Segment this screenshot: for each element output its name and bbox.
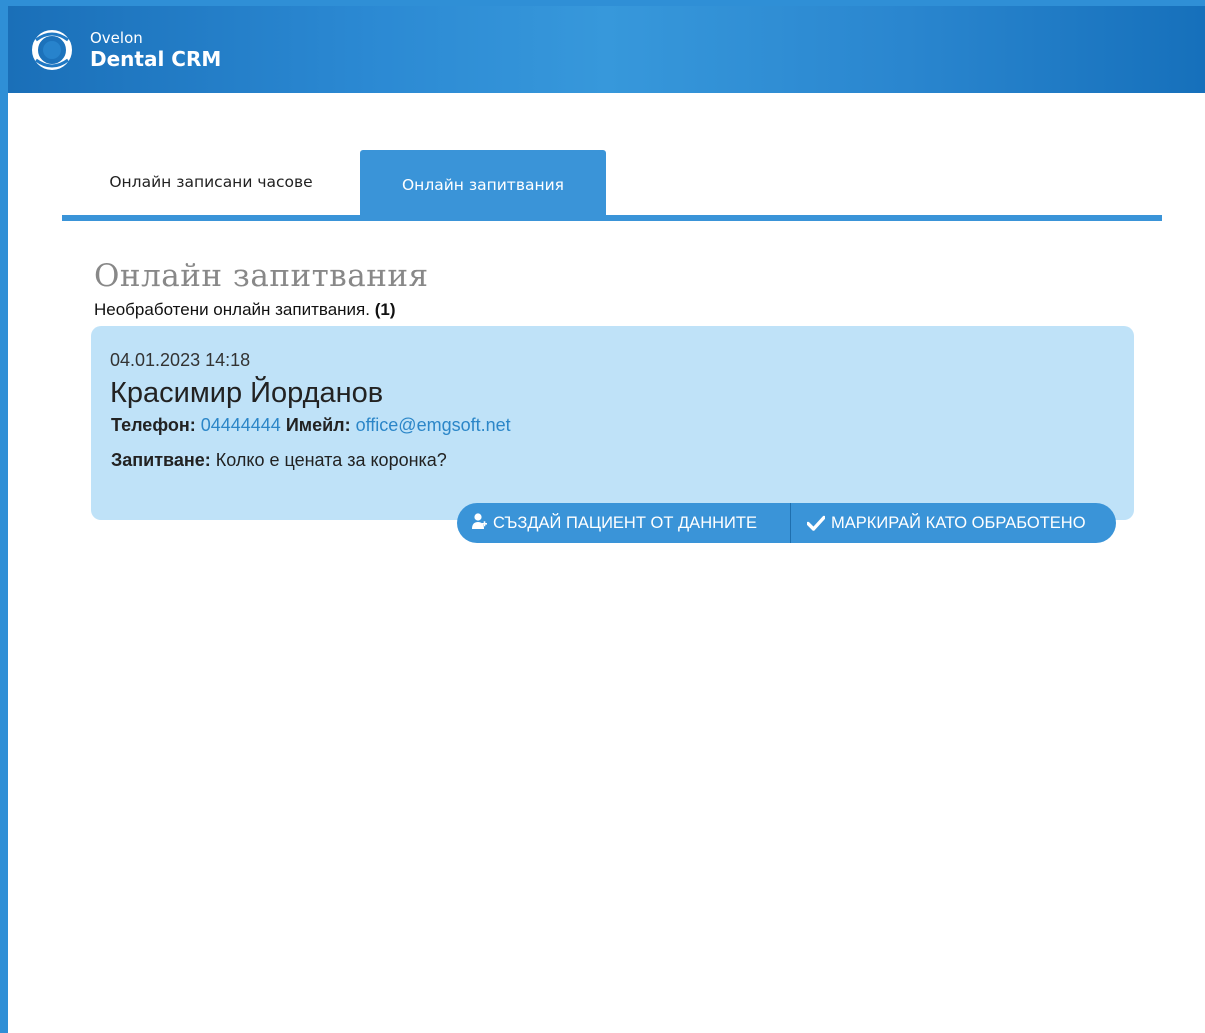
inquiry-card: 04.01.2023 14:18 Красимир Йорданов Телеф…	[91, 326, 1134, 520]
unprocessed-count: (1)	[374, 300, 396, 319]
inquiry-actions: СЪЗДАЙ ПАЦИЕНТ ОТ ДАННИТЕ МАРКИРАЙ КАТО …	[457, 503, 1116, 543]
email-label: Имейл:	[285, 415, 351, 435]
app-frame: Ovelon Dental CRM Онлайн записани часове…	[8, 6, 1205, 1033]
phone-link[interactable]: 04444444	[201, 415, 281, 435]
inquiry-patient-name: Красимир Йорданов	[110, 377, 384, 409]
mark-processed-label: МАРКИРАЙ КАТО ОБРАБОТЕНО	[831, 514, 1086, 532]
top-bar: Ovelon Dental CRM	[8, 6, 1205, 93]
tab-online-inquiries[interactable]: Онлайн запитвания	[360, 150, 606, 216]
subtitle-text: Необработени онлайн запитвания.	[94, 300, 370, 319]
tab-bar: Онлайн записани часове Онлайн запитвания	[62, 149, 1162, 223]
user-add-icon	[472, 513, 487, 529]
question-text: Колко е цената за коронка?	[215, 450, 447, 470]
inquiry-datetime: 04.01.2023 14:18	[110, 350, 251, 370]
email-link[interactable]: office@emgsoft.net	[356, 415, 511, 435]
ovelon-logo-icon[interactable]	[28, 26, 76, 74]
brand-name-small: Ovelon	[90, 29, 143, 47]
brand-name-product: Dental CRM	[90, 47, 222, 71]
question-label: Запитване:	[111, 450, 211, 470]
check-icon	[806, 515, 826, 531]
inquiry-contact-row: Телефон: 04444444 Имейл: office@emgsoft.…	[111, 414, 511, 436]
page-subtitle: Необработени онлайн запитвания. (1)	[94, 299, 396, 321]
create-patient-label: СЪЗДАЙ ПАЦИЕНТ ОТ ДАННИТЕ	[493, 514, 757, 532]
tab-online-appointments[interactable]: Онлайн записани часове	[62, 149, 360, 215]
mark-processed-button[interactable]: МАРКИРАЙ КАТО ОБРАБОТЕНО	[791, 503, 1116, 543]
phone-label: Телефон:	[111, 415, 196, 435]
tab-underline	[62, 215, 1162, 221]
inquiry-question-row: Запитване: Колко е цената за коронка?	[111, 449, 447, 471]
create-patient-button[interactable]: СЪЗДАЙ ПАЦИЕНТ ОТ ДАННИТЕ	[457, 503, 790, 543]
page-title: Онлайн запитвания	[94, 258, 429, 294]
